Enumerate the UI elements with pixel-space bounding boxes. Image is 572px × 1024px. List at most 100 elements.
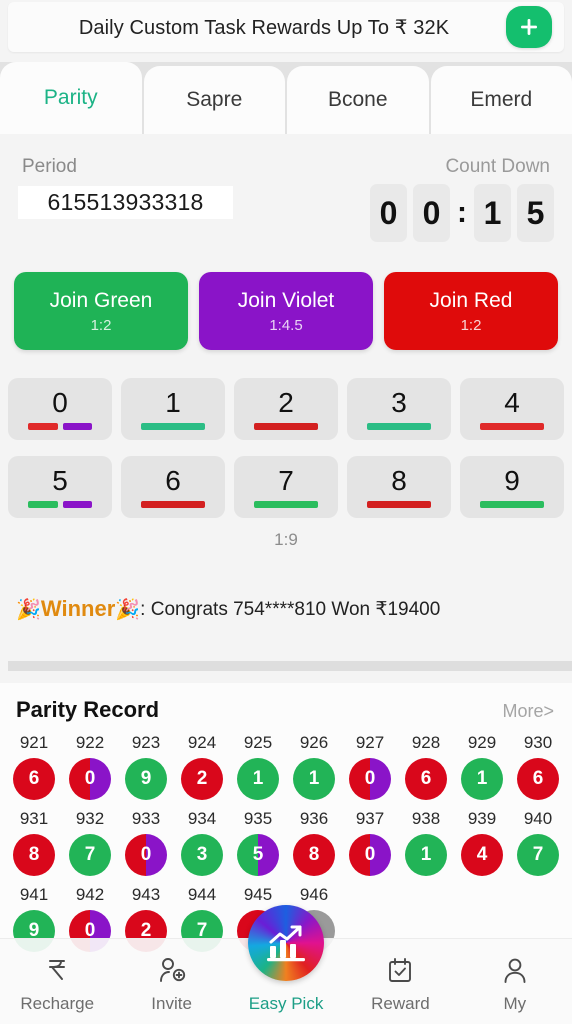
join-green-button[interactable]: Join Green 1:2 (14, 272, 188, 350)
record-period-id: 945 (243, 885, 273, 904)
number-button-8[interactable]: 8 (347, 456, 451, 518)
join-red-ratio: 1:2 (460, 317, 482, 335)
tab-emerd[interactable]: Emerd (430, 66, 572, 134)
record-period-id: 934 (187, 809, 217, 828)
record-item: 939 4 (454, 809, 510, 876)
record-period-id: 927 (355, 733, 385, 752)
number-row-first: 0 1 2 3 4 (8, 378, 564, 440)
countdown-digit-2: 0 (413, 184, 450, 242)
record-period-id: 946 (299, 885, 329, 904)
more-link[interactable]: More> (502, 701, 554, 722)
nav-label-easy-pick: Easy Pick (248, 994, 324, 1013)
tab-parity[interactable]: Parity (0, 62, 142, 134)
section-gap (0, 671, 572, 683)
record-period-id: 931 (19, 809, 49, 828)
number-color-bar (140, 422, 206, 430)
nav-item-my[interactable]: My (458, 953, 572, 1024)
number-button-digit: 7 (278, 464, 294, 496)
number-button-7[interactable]: 7 (234, 456, 338, 518)
join-violet-button[interactable]: Join Violet 1:4.5 (199, 272, 373, 350)
join-green-ratio: 1:2 (90, 317, 112, 335)
countdown-colon: : (457, 196, 467, 229)
record-item: 937 0 (342, 809, 398, 876)
record-period-id: 936 (299, 809, 329, 828)
color-segment (253, 500, 319, 508)
record-period-id: 929 (467, 733, 497, 752)
color-segment (62, 422, 93, 430)
bottom-navigation: Recharge Invite Easy Pick Reward My (0, 905, 572, 1024)
record-item: 928 6 (398, 733, 454, 800)
number-button-4[interactable]: 4 (460, 378, 564, 440)
record-result-ball: 1 (405, 834, 447, 876)
record-period-id: 930 (523, 733, 553, 752)
color-segment (62, 500, 93, 508)
number-button-2[interactable]: 2 (234, 378, 338, 440)
number-color-bar (479, 500, 545, 508)
tab-bcone[interactable]: Bcone (287, 66, 429, 134)
nav-item-reward[interactable]: Reward (343, 953, 457, 1024)
number-color-bar (253, 422, 319, 430)
tab-sapre-label: Sapre (186, 88, 243, 111)
nav-item-invite[interactable]: Invite (114, 953, 228, 1024)
record-item: 933 0 (118, 809, 174, 876)
period-label: Period (22, 156, 77, 177)
record-result-ball: 4 (461, 834, 503, 876)
record-item: 930 6 (510, 733, 566, 800)
record-item: 934 3 (174, 809, 230, 876)
join-green-label: Join Green (49, 288, 153, 312)
number-color-bar (140, 500, 206, 508)
parity-record-header: Parity Record More> (0, 683, 572, 729)
nav-label-my: My (503, 994, 527, 1013)
number-row-second: 5 6 7 8 9 (8, 456, 564, 518)
record-result-ball: 9 (125, 758, 167, 800)
record-period-id: 938 (411, 809, 441, 828)
number-button-digit: 9 (504, 464, 520, 496)
record-period-id: 924 (187, 733, 217, 752)
record-period-id: 941 (19, 885, 49, 904)
promo-text: Daily Custom Task Rewards Up To ₹ 32K (78, 16, 450, 39)
number-button-1[interactable]: 1 (121, 378, 225, 440)
number-button-digit: 6 (165, 464, 181, 496)
record-result-ball: 0 (349, 758, 391, 800)
number-ratio-label: 1:9 (274, 530, 298, 549)
record-period-id: 942 (75, 885, 105, 904)
countdown-label: Count Down (445, 156, 550, 177)
number-button-0[interactable]: 0 (8, 378, 112, 440)
record-item: 922 0 (62, 733, 118, 800)
winner-announcement: 🎉 Winner 🎉 : Congrats 754****810 Won ₹19… (0, 588, 572, 630)
number-color-bar (27, 500, 93, 508)
color-segment (479, 422, 545, 430)
number-button-digit: 2 (278, 386, 294, 418)
number-button-5[interactable]: 5 (8, 456, 112, 518)
record-period-id: 925 (243, 733, 273, 752)
chart-growth-icon[interactable] (248, 905, 325, 981)
record-row: 921 6 922 0 923 9 924 2 925 1 926 1 927 0 928 6 929 1 930 6 (6, 733, 566, 800)
tab-sapre[interactable]: Sapre (143, 66, 285, 134)
record-result-ball: 2 (181, 758, 223, 800)
number-button-6[interactable]: 6 (121, 456, 225, 518)
number-button-digit: 8 (391, 464, 407, 496)
tab-bcone-label: Bcone (327, 88, 388, 111)
number-color-bar (27, 422, 93, 430)
record-item: 927 0 (342, 733, 398, 800)
record-period-id: 922 (75, 733, 105, 752)
record-item: 938 1 (398, 809, 454, 876)
nav-item-recharge[interactable]: Recharge (0, 953, 114, 1024)
nav-label-invite: Invite (151, 994, 192, 1013)
rupee-icon (44, 953, 70, 987)
color-segment (366, 422, 432, 430)
nav-item-easy-pick[interactable]: Easy Pick (229, 905, 343, 1024)
join-red-label: Join Red (429, 288, 513, 312)
number-button-3[interactable]: 3 (347, 378, 451, 440)
period-value: 615513933318 (47, 189, 204, 215)
party-popper-icon-right: 🎉 (115, 598, 141, 621)
person-icon (501, 953, 529, 987)
color-segment (253, 422, 319, 430)
plus-icon[interactable] (506, 6, 552, 48)
record-item: 926 1 (286, 733, 342, 800)
join-red-button[interactable]: Join Red 1:2 (384, 272, 558, 350)
promo-banner[interactable]: Daily Custom Task Rewards Up To ₹ 32K (8, 2, 564, 52)
color-segment (27, 500, 58, 508)
number-button-9[interactable]: 9 (460, 456, 564, 518)
record-item: 936 8 (286, 809, 342, 876)
